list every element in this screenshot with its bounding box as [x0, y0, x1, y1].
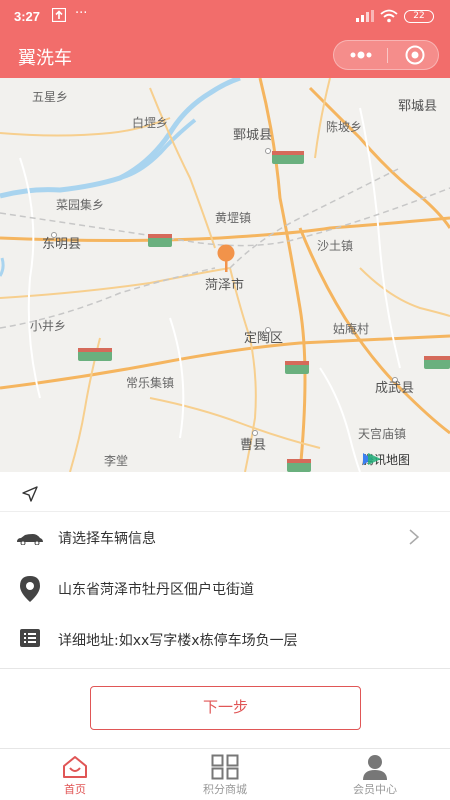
tab-points-mall-label: 积分商城	[203, 783, 247, 796]
map-label-dongmingxian: 东明县	[42, 237, 82, 252]
map-label-xiaojingxiang: 小井乡	[30, 319, 67, 333]
title-bar: 翼洗车	[0, 34, 450, 78]
page-title: 翼洗车	[18, 48, 72, 69]
wifi-icon	[380, 9, 398, 27]
tab-member-center[interactable]: 会员中心	[300, 749, 450, 800]
map-label-juanchengxian: 鄄城县	[233, 128, 273, 143]
address-row[interactable]: 山东省菏泽市牡丹区佃户屯街道	[0, 563, 450, 613]
status-bar: 3:27 ··· 22	[0, 0, 450, 34]
tencent-map-logo-icon	[363, 453, 381, 465]
status-more-icon: ···	[75, 6, 88, 21]
next-step-button[interactable]: 下一步	[90, 686, 361, 730]
location-marker-icon	[19, 575, 41, 607]
signal-icon	[356, 10, 374, 26]
upload-icon	[51, 7, 67, 26]
map-label-dingtaoqu: 定陶区	[244, 331, 284, 346]
map-label-tiangongmiaozhen: 天宫庙镇	[358, 427, 407, 441]
battery-icon: 22	[404, 10, 434, 23]
detail-address-row[interactable]: 详细地址:如xx写字楼x栋停车场负一层	[0, 614, 450, 664]
tab-home[interactable]: 首页	[0, 749, 150, 800]
map-label-chenpoxiang: 陈坡乡	[326, 120, 363, 134]
map-label-shatuzhen: 沙土镇	[317, 239, 354, 253]
map-watermark: 腾讯地图	[362, 451, 410, 468]
map-label-litang: 李堂	[104, 454, 129, 468]
map-label-caoxian: 曹县	[240, 438, 267, 453]
locate-row	[0, 472, 450, 512]
map-label-guanmiaocun: 姑庵村	[333, 322, 370, 336]
map-label-baiduxiang: 白堽乡	[132, 116, 169, 130]
divider	[0, 668, 450, 669]
vehicle-select-row[interactable]: 请选择车辆信息	[0, 512, 450, 562]
mini-program-capsule	[333, 40, 439, 70]
map-label-changlejizhen: 常乐集镇	[126, 376, 175, 390]
car-icon	[16, 530, 44, 549]
grid-icon	[211, 754, 239, 784]
map-label-wuxingxiang: 五星乡	[32, 90, 69, 104]
user-icon	[362, 754, 388, 784]
tab-points-mall[interactable]: 积分商城	[150, 749, 300, 800]
more-button[interactable]	[334, 41, 387, 69]
tab-home-label: 首页	[64, 783, 86, 796]
close-mini-program-button[interactable]	[388, 41, 440, 69]
vehicle-select-label: 请选择车辆信息	[58, 531, 156, 547]
status-time: 3:27	[14, 9, 41, 24]
map-label-chengwuxian: 成武县	[375, 381, 415, 396]
locate-arrow-icon[interactable]	[22, 486, 38, 506]
home-icon	[60, 755, 90, 783]
map-label-huangdizhen: 黄堽镇	[215, 211, 252, 225]
tab-member-center-label: 会员中心	[353, 783, 397, 796]
chevron-right-icon	[408, 528, 420, 550]
tab-bar: 首页 积分商城 会员中心	[0, 748, 450, 800]
target-icon	[405, 45, 425, 65]
list-icon	[20, 629, 40, 651]
detail-address-input[interactable]: 详细地址:如xx写字楼x栋停车场负一层	[58, 630, 298, 650]
map-label-hezeshi: 菏泽市	[205, 278, 245, 293]
map-label-caiyuanjixiang: 菜园集乡	[56, 198, 105, 212]
map-label-yunchengxian: 郓城县	[398, 99, 438, 114]
address-text: 山东省菏泽市牡丹区佃户屯街道	[58, 582, 254, 598]
more-dots-icon	[350, 51, 372, 59]
map-view[interactable]: 五星乡 白堽乡 鄄城县 陈坡乡 郓城县 菜园集乡 黄堽镇 东明县 沙土镇 菏泽市…	[0, 78, 450, 472]
